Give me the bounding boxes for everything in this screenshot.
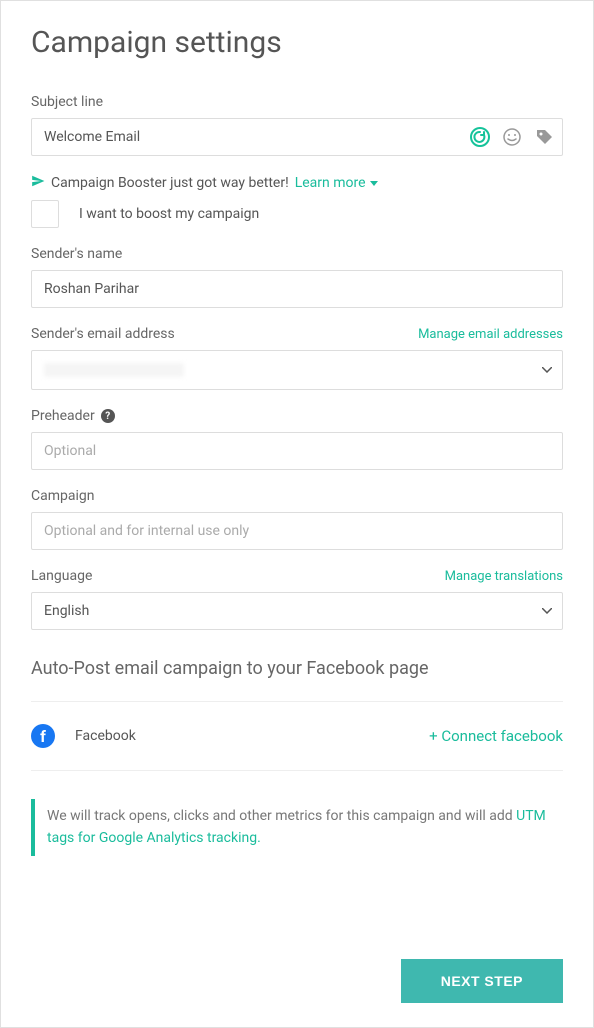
subject-input-wrap bbox=[31, 118, 563, 156]
next-step-button[interactable]: NEXT STEP bbox=[401, 959, 563, 1003]
learn-more-link[interactable]: Learn more bbox=[295, 175, 378, 191]
sender-email-label: Sender's email address bbox=[31, 326, 175, 342]
language-field: Language Manage translations English bbox=[31, 568, 563, 630]
language-label: Language bbox=[31, 568, 92, 584]
facebook-label: Facebook bbox=[75, 728, 136, 744]
sender-name-label: Sender's name bbox=[31, 246, 563, 262]
subject-label: Subject line bbox=[31, 94, 563, 110]
facebook-icon: f bbox=[31, 724, 55, 748]
campaign-label: Campaign bbox=[31, 488, 563, 504]
subject-label-text: Subject line bbox=[31, 94, 103, 110]
preheader-label-left: Preheader ? bbox=[31, 408, 115, 424]
sender-email-field: Sender's email address Manage email addr… bbox=[31, 326, 563, 390]
facebook-row: f Facebook + Connect facebook bbox=[31, 702, 563, 770]
manage-emails-link[interactable]: Manage email addresses bbox=[418, 327, 563, 342]
facebook-left: f Facebook bbox=[31, 724, 136, 748]
tag-icon[interactable] bbox=[533, 126, 555, 148]
campaign-label-text: Campaign bbox=[31, 488, 94, 504]
info-text: We will track opens, clicks and other me… bbox=[47, 808, 516, 824]
help-icon[interactable]: ? bbox=[101, 409, 115, 423]
tracking-info-box: We will track opens, clicks and other me… bbox=[31, 799, 563, 856]
campaign-input[interactable] bbox=[31, 512, 563, 550]
preheader-field: Preheader ? bbox=[31, 408, 563, 470]
language-label-row: Language Manage translations bbox=[31, 568, 563, 584]
boost-checkbox[interactable] bbox=[31, 200, 59, 228]
divider bbox=[31, 770, 563, 771]
connect-facebook-link[interactable]: + Connect facebook bbox=[429, 727, 563, 745]
booster-banner: Campaign Booster just got way better! Le… bbox=[31, 174, 563, 192]
boost-checkbox-row: I want to boost my campaign bbox=[31, 200, 563, 228]
language-select[interactable]: English bbox=[31, 592, 563, 630]
autopost-heading: Auto-Post email campaign to your Faceboo… bbox=[31, 658, 563, 679]
emoji-icon[interactable] bbox=[501, 126, 523, 148]
manage-translations-link[interactable]: Manage translations bbox=[445, 569, 563, 584]
subject-icons bbox=[469, 126, 555, 148]
sender-email-select[interactable] bbox=[31, 350, 563, 390]
campaign-field: Campaign bbox=[31, 488, 563, 550]
boost-checkbox-label: I want to boost my campaign bbox=[79, 206, 259, 222]
preheader-label: Preheader bbox=[31, 408, 95, 424]
plane-icon bbox=[31, 174, 45, 192]
learn-more-text: Learn more bbox=[295, 175, 366, 191]
sender-email-label-row: Sender's email address Manage email addr… bbox=[31, 326, 563, 342]
sender-name-field: Sender's name bbox=[31, 246, 563, 308]
chevron-down-icon bbox=[370, 181, 378, 186]
subject-field: Subject line bbox=[31, 94, 563, 156]
grammarly-icon[interactable] bbox=[469, 126, 491, 148]
preheader-label-row: Preheader ? bbox=[31, 408, 563, 424]
sender-email-value-blurred bbox=[44, 363, 184, 377]
page-title: Campaign settings bbox=[31, 25, 563, 60]
campaign-settings-card: Campaign settings Subject line bbox=[0, 0, 594, 1028]
sender-name-input[interactable] bbox=[31, 270, 563, 308]
sender-name-label-text: Sender's name bbox=[31, 246, 122, 262]
booster-text: Campaign Booster just got way better! bbox=[51, 175, 289, 191]
preheader-input[interactable] bbox=[31, 432, 563, 470]
